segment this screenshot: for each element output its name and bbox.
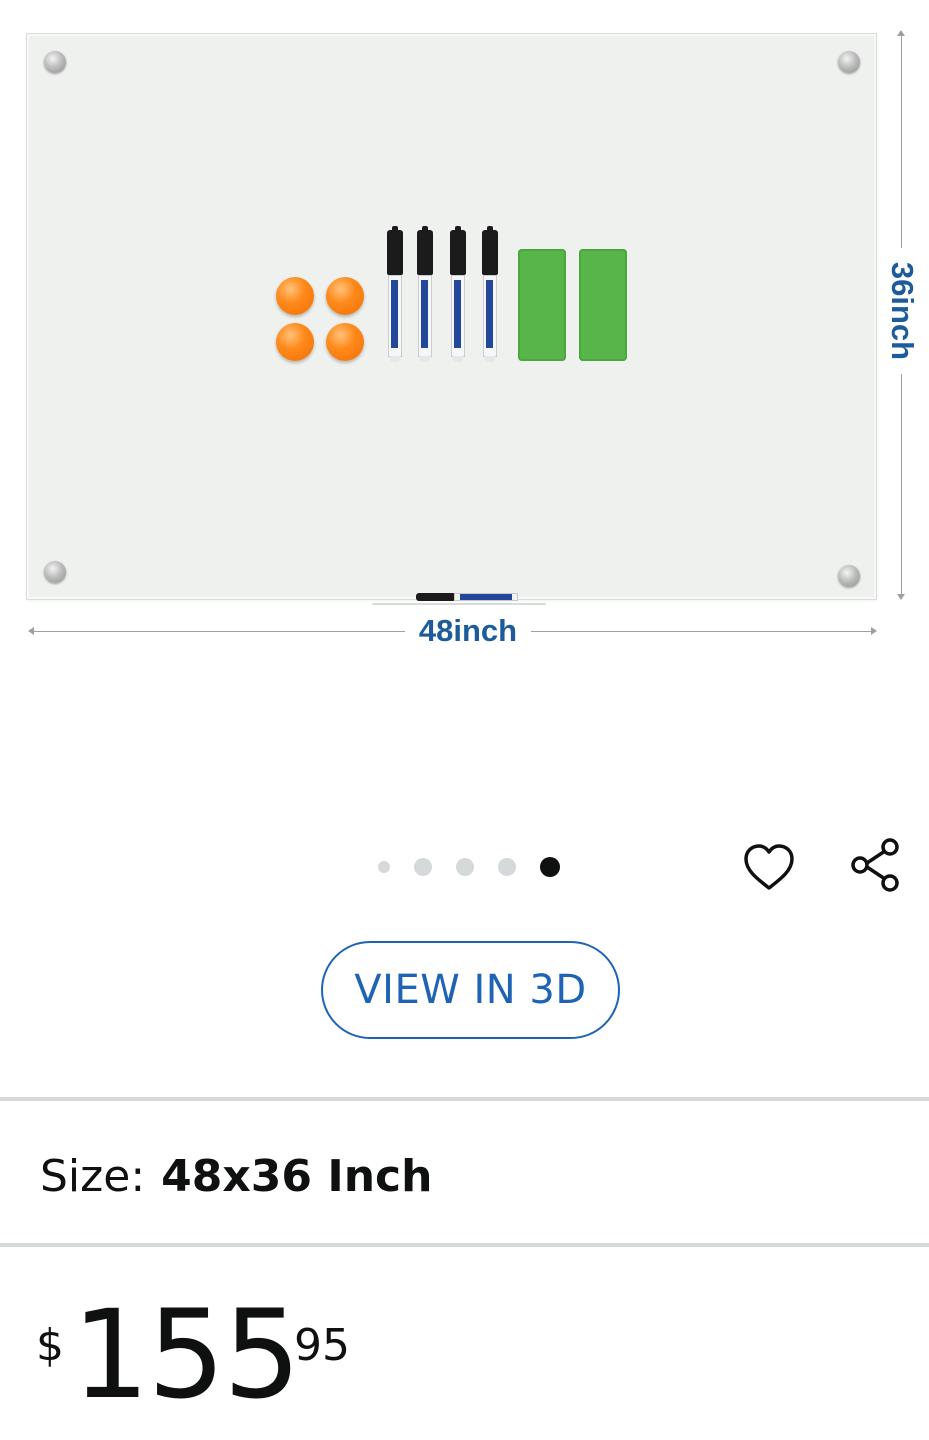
product-image[interactable]: 48inch 36inch [0,0,929,680]
arrow-right-icon [871,627,877,635]
board-standoff [44,561,66,583]
size-value: 48x36 Inch [161,1150,433,1202]
board-standoff [838,565,860,587]
carousel-dot-active[interactable] [540,857,560,877]
section-divider [0,1243,929,1247]
green-eraser [518,249,566,361]
board-standoff [838,51,860,73]
orange-magnet [276,323,314,361]
size-label: Size: [40,1150,146,1202]
green-eraser [579,249,627,361]
pen-tray [372,603,546,605]
price-currency-symbol: $ [36,1320,64,1371]
width-label: 48inch [405,612,531,650]
arrow-down-icon [897,594,905,600]
add-to-wishlist-button[interactable] [740,840,798,898]
board-standoff [44,51,66,73]
share-icon [847,836,903,899]
share-button[interactable] [846,836,904,899]
carousel-dot[interactable] [414,858,432,876]
heart-outline-icon [742,842,796,897]
arrow-left-icon [28,627,34,635]
dry-erase-marker [482,226,498,362]
orange-magnet [326,277,364,315]
price-whole: 155 [72,1284,301,1426]
orange-magnet [326,323,364,361]
arrow-up-icon [897,30,905,36]
dry-erase-marker [387,226,403,362]
tray-marker [416,592,520,602]
view-in-3d-button[interactable]: VIEW IN 3D [321,941,620,1039]
carousel-dot[interactable] [456,858,474,876]
carousel-dot[interactable] [378,861,390,873]
orange-magnet [276,277,314,315]
image-carousel-dots [378,855,560,879]
dry-erase-marker [417,226,433,362]
size-selector[interactable]: Size: 48x36 Inch [40,1146,432,1206]
price-fraction: 95 [294,1320,350,1371]
glass-whiteboard [26,33,877,600]
section-divider [0,1097,929,1101]
dry-erase-marker [450,226,466,362]
carousel-dot[interactable] [498,858,516,876]
height-label: 36inch [883,248,921,374]
